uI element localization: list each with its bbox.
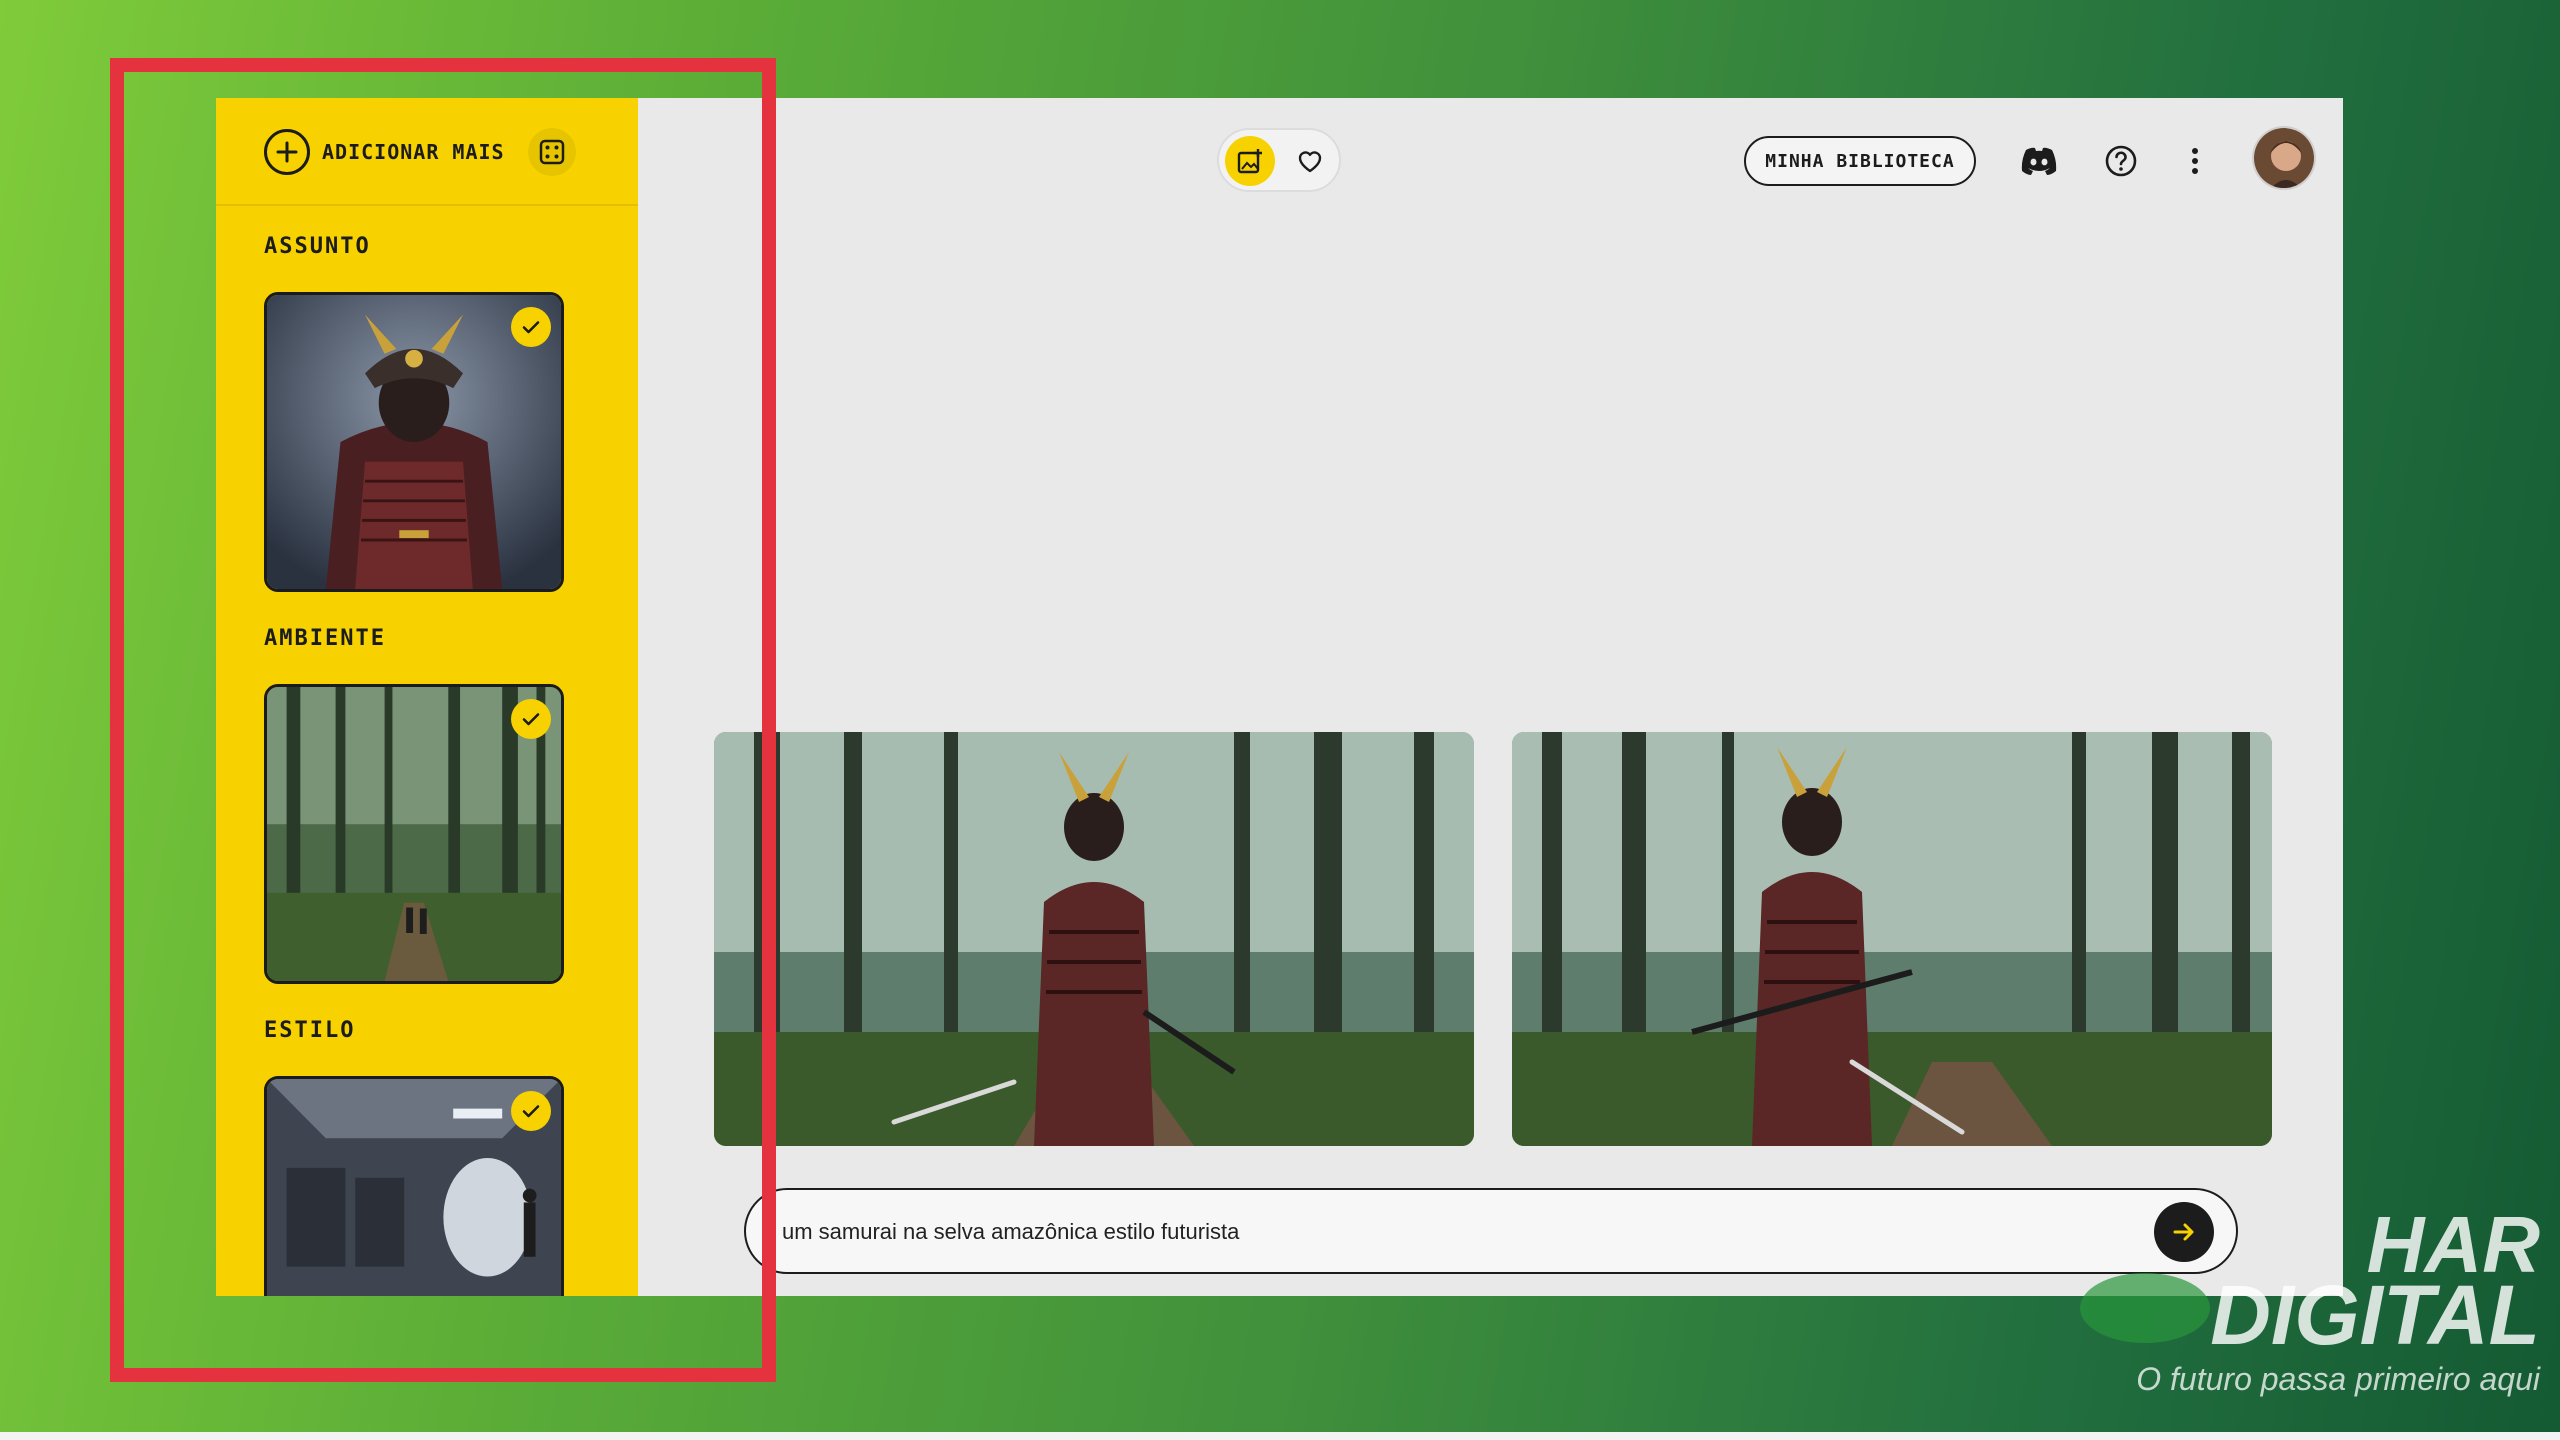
watermark-logo [2080, 1273, 2210, 1343]
random-dice-button[interactable] [528, 128, 576, 176]
watermark: HAR DIGITAL O futuro passa primeiro aqui [2070, 1205, 2540, 1405]
check-icon [511, 699, 551, 739]
style-thumbnail[interactable] [264, 1076, 564, 1296]
check-icon [511, 1091, 551, 1131]
prompt-input[interactable] [782, 1208, 2102, 1256]
discord-icon [2021, 147, 2057, 175]
help-icon [2105, 145, 2137, 177]
more-vert-icon [2192, 148, 2198, 174]
user-avatar[interactable] [2252, 126, 2316, 190]
view-toggle [1217, 128, 1341, 192]
image-add-icon [1237, 149, 1262, 174]
plus-circle-icon [264, 129, 310, 175]
app-window: ADICIONAR MAIS ASSUNTO AMBIENTE ESTILO M… [216, 98, 2343, 1296]
watermark-line2: DIGITAL [2210, 1268, 2540, 1362]
check-icon [511, 307, 551, 347]
heart-icon [1298, 151, 1322, 173]
section-title-environment: AMBIENTE [264, 626, 386, 651]
my-library-button[interactable]: MINHA BIBLIOTECA [1744, 136, 1976, 186]
add-more-button[interactable]: ADICIONAR MAIS [264, 128, 505, 176]
more-menu-button[interactable] [2170, 136, 2220, 186]
discord-button[interactable] [2014, 136, 2064, 186]
result-image-1[interactable] [714, 732, 1474, 1146]
add-more-row: ADICIONAR MAIS [216, 98, 638, 206]
sidebar: ADICIONAR MAIS ASSUNTO AMBIENTE ESTILO [216, 98, 638, 1296]
favorites-button[interactable] [1285, 136, 1335, 186]
help-button[interactable] [2096, 136, 2146, 186]
samurai-forest-image [714, 732, 1474, 1146]
prompt-bar [744, 1188, 2238, 1274]
samurai-forest-image [1512, 732, 2272, 1146]
section-title-style: ESTILO [264, 1018, 356, 1043]
watermark-tagline: O futuro passa primeiro aqui [2136, 1361, 2540, 1397]
environment-thumbnail[interactable] [264, 684, 564, 984]
generate-view-button[interactable] [1225, 136, 1275, 186]
result-image-2[interactable] [1512, 732, 2272, 1146]
bottom-edge [0, 1432, 2560, 1440]
subject-thumbnail[interactable] [264, 292, 564, 592]
add-more-label: ADICIONAR MAIS [322, 140, 505, 164]
section-title-subject: ASSUNTO [264, 234, 371, 259]
dice-icon [539, 139, 565, 165]
